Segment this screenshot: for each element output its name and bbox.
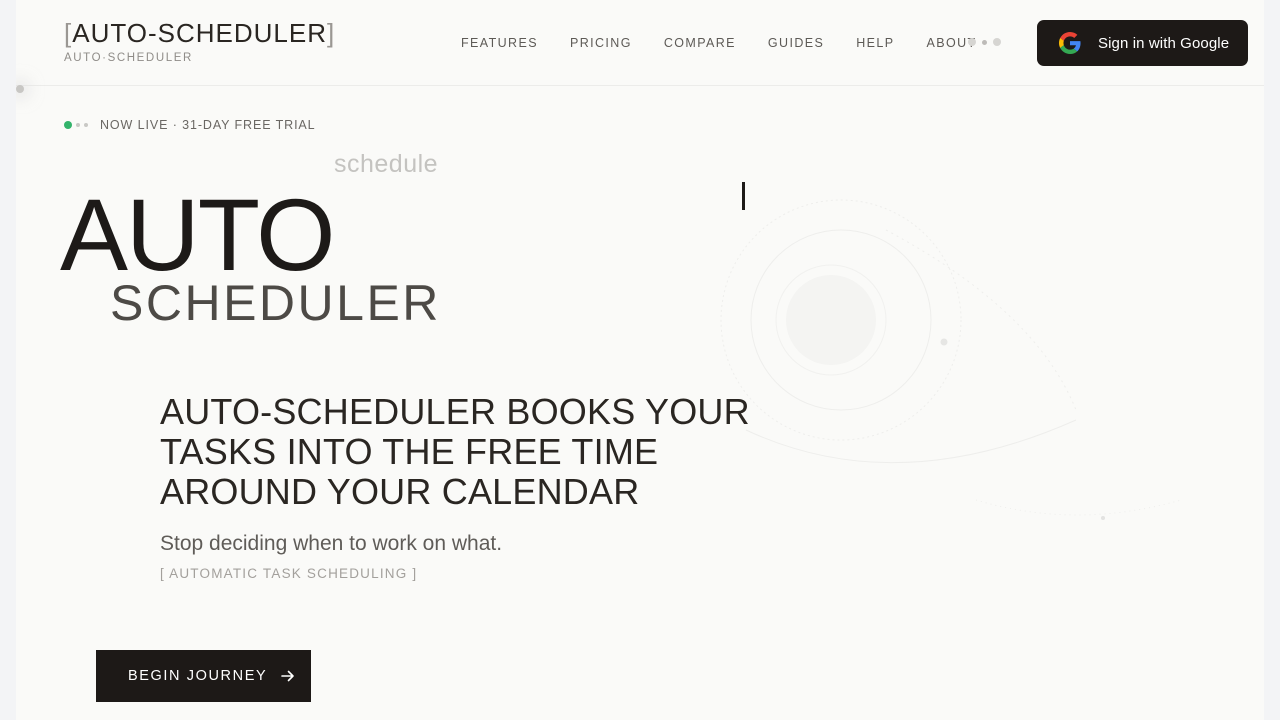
- status-badge: NOW LIVE · 31-DAY FREE TRIAL: [64, 118, 316, 132]
- floating-word: schedule: [334, 150, 439, 178]
- live-indicator-dot: [64, 121, 72, 129]
- site-header: [AUTO-SCHEDULER] AUTO·SCHEDULER FEATURES…: [16, 0, 1264, 86]
- brand-name: [AUTO-SCHEDULER]: [64, 16, 335, 50]
- brand-bracket-open: [: [64, 18, 73, 48]
- nav-dots-indicator: [968, 38, 1001, 46]
- cta-label: BEGIN JOURNEY: [128, 668, 268, 684]
- nav-dot: [968, 38, 976, 46]
- status-dot: [76, 123, 80, 127]
- nav-features[interactable]: FEATURES: [461, 34, 538, 52]
- brand-subtitle: AUTO·SCHEDULER: [64, 52, 193, 64]
- google-icon: [1059, 32, 1081, 54]
- nav-pricing[interactable]: PRICING: [570, 34, 632, 52]
- hero-subheadline: Stop deciding when to work on what.: [160, 532, 503, 555]
- sign-in-google-button[interactable]: Sign in with Google: [1037, 20, 1248, 66]
- hero-headline: AUTO-SCHEDULER BOOKS YOUR TASKS INTO THE…: [160, 391, 750, 512]
- text-cursor: [742, 182, 745, 210]
- brand-logo[interactable]: [AUTO-SCHEDULER] AUTO·SCHEDULER: [64, 16, 335, 64]
- nav-help[interactable]: HELP: [856, 34, 894, 52]
- nav-guides[interactable]: GUIDES: [768, 34, 824, 52]
- nav-compare[interactable]: COMPARE: [664, 34, 736, 52]
- main-nav: FEATURES PRICING COMPARE GUIDES HELP ABO…: [461, 34, 1009, 52]
- sign-in-label: Sign in with Google: [1098, 34, 1230, 52]
- brand-bracket-close: ]: [327, 18, 336, 48]
- nav-dot: [993, 38, 1001, 46]
- brand-name-text: AUTO-SCHEDULER: [72, 18, 328, 48]
- hero-tagline: [ AUTOMATIC TASK SCHEDULING ]: [160, 566, 418, 581]
- arrow-right-icon: [281, 670, 295, 682]
- hero-title-scheduler: SCHEDULER: [110, 275, 441, 331]
- status-text: NOW LIVE · 31-DAY FREE TRIAL: [100, 118, 316, 132]
- page: [AUTO-SCHEDULER] AUTO·SCHEDULER FEATURES…: [16, 0, 1264, 720]
- decorative-dot: [16, 85, 24, 93]
- status-dot: [84, 123, 88, 127]
- nav-dot: [982, 39, 987, 45]
- begin-journey-button[interactable]: BEGIN JOURNEY: [96, 650, 311, 702]
